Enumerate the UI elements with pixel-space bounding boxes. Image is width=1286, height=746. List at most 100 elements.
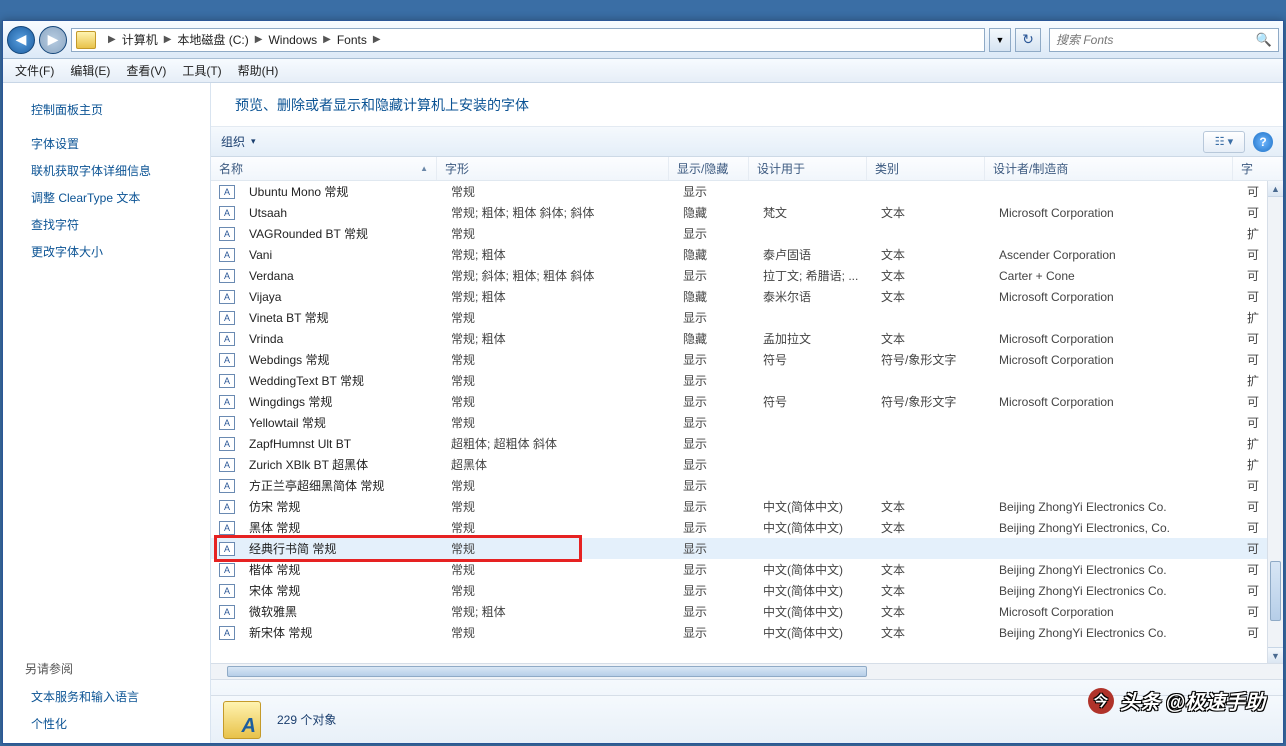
- cell-designed: 泰米尔语: [755, 288, 873, 305]
- sidebar-item-personalize[interactable]: 个性化: [3, 710, 211, 737]
- cell-style: 超黑体: [443, 456, 675, 473]
- cell-last: 可: [1239, 498, 1267, 515]
- address-dropdown[interactable]: ▼: [989, 28, 1011, 52]
- vertical-scrollbar[interactable]: ▲ ▼: [1267, 181, 1283, 663]
- col-name[interactable]: 名称▲: [211, 157, 437, 180]
- col-show[interactable]: 显示/隐藏: [669, 157, 749, 180]
- control-panel-home[interactable]: 控制面板主页: [3, 95, 210, 130]
- breadcrumb-drive[interactable]: 本地磁盘 (C:): [177, 31, 248, 48]
- back-button[interactable]: ◀: [7, 26, 35, 54]
- cell-last: 可: [1239, 288, 1267, 305]
- cell-style: 常规: [443, 225, 675, 242]
- table-row[interactable]: AYellowtail 常规常规显示可: [211, 412, 1267, 433]
- table-row[interactable]: AUbuntu Mono 常规常规显示可: [211, 181, 1267, 202]
- scroll-thumb[interactable]: [1270, 561, 1281, 621]
- cell-show: 隐藏: [675, 330, 755, 347]
- column-headers: 名称▲ 字形 显示/隐藏 设计用于 类别 设计者/制造商 字: [211, 157, 1283, 181]
- table-row[interactable]: A Vineta BT 常规常规显示 扩: [211, 307, 1267, 328]
- cell-designed: 中文(简体中文): [755, 624, 873, 641]
- scroll-thumb-h[interactable]: [227, 666, 867, 677]
- cell-designed: 中文(简体中文): [755, 603, 873, 620]
- scroll-down-icon[interactable]: ▼: [1268, 647, 1283, 663]
- font-list: 名称▲ 字形 显示/隐藏 设计用于 类别 设计者/制造商 字 AUbuntu M…: [211, 157, 1283, 695]
- organize-menu[interactable]: 组织: [221, 133, 256, 150]
- table-row[interactable]: AVerdana常规; 斜体; 粗体; 粗体 斜体显示拉丁文; 希腊语; ...…: [211, 265, 1267, 286]
- menu-tools[interactable]: 工具(T): [174, 59, 229, 82]
- horizontal-scrollbar[interactable]: [211, 663, 1283, 679]
- table-row[interactable]: AVani常规; 粗体隐藏泰卢固语文本Ascender Corporation可: [211, 244, 1267, 265]
- table-row[interactable]: A方正兰亭超细黑简体 常规常规显示可: [211, 475, 1267, 496]
- menu-file[interactable]: 文件(F): [7, 59, 62, 82]
- item-count: 229 个对象: [277, 711, 336, 728]
- cell-name: Vineta BT 常规: [241, 309, 443, 326]
- table-row[interactable]: A黑体 常规常规显示中文(简体中文)文本Beijing ZhongYi Elec…: [211, 517, 1267, 538]
- table-row[interactable]: AVrinda常规; 粗体隐藏孟加拉文文本Microsoft Corporati…: [211, 328, 1267, 349]
- menu-help[interactable]: 帮助(H): [230, 59, 287, 82]
- table-row[interactable]: AWebdings 常规常规显示符号符号/象形文字Microsoft Corpo…: [211, 349, 1267, 370]
- col-last[interactable]: 字: [1233, 157, 1283, 180]
- scroll-up-icon[interactable]: ▲: [1268, 181, 1283, 197]
- cell-style: 常规: [443, 309, 675, 326]
- table-row[interactable]: AZurich XBlk BT 超黑体超黑体显示扩: [211, 454, 1267, 475]
- table-row[interactable]: AVAGRounded BT 常规常规显示扩: [211, 223, 1267, 244]
- sidebar-item-find-char[interactable]: 查找字符: [3, 211, 210, 238]
- cell-designed: 泰卢固语: [755, 246, 873, 263]
- table-row[interactable]: AWingdings 常规常规显示符号符号/象形文字Microsoft Corp…: [211, 391, 1267, 412]
- table-row[interactable]: A经典行书简 常规常规显示可: [211, 538, 1267, 559]
- font-icon: A: [219, 311, 235, 325]
- cell-last: 扩: [1239, 225, 1267, 242]
- search-input[interactable]: [1056, 33, 1256, 47]
- breadcrumb-windows[interactable]: Windows: [268, 33, 317, 47]
- help-button[interactable]: ?: [1253, 132, 1273, 152]
- sidebar-item-font-settings[interactable]: 字体设置: [3, 130, 210, 157]
- table-row[interactable]: A楷体 常规常规显示中文(简体中文)文本Beijing ZhongYi Elec…: [211, 559, 1267, 580]
- table-row[interactable]: AWeddingText BT 常规常规显示扩: [211, 370, 1267, 391]
- cell-show: 显示: [675, 309, 755, 326]
- cell-show: 显示: [675, 414, 755, 431]
- col-designed[interactable]: 设计用于: [749, 157, 867, 180]
- chevron-right-icon: ▶: [367, 34, 387, 45]
- table-row[interactable]: AUtsaah常规; 粗体; 粗体 斜体; 斜体隐藏梵文文本Microsoft …: [211, 202, 1267, 223]
- cell-category: 文本: [873, 498, 991, 515]
- cell-category: 文本: [873, 330, 991, 347]
- col-category[interactable]: 类别: [867, 157, 985, 180]
- sidebar-item-change-size[interactable]: 更改字体大小: [3, 238, 210, 265]
- address-bar[interactable]: ▶ 计算机 ▶ 本地磁盘 (C:) ▶ Windows ▶ Fonts ▶: [71, 28, 985, 52]
- cell-designed: 符号: [755, 393, 873, 410]
- sidebar-item-cleartype[interactable]: 调整 ClearType 文本: [3, 184, 210, 211]
- sidebar-item-text-services[interactable]: 文本服务和输入语言: [3, 683, 211, 710]
- breadcrumb-fonts[interactable]: Fonts: [337, 33, 367, 47]
- table-row[interactable]: AZapfHumnst Ult BT超粗体; 超粗体 斜体显示扩: [211, 433, 1267, 454]
- breadcrumb-root[interactable]: 计算机: [122, 31, 158, 48]
- menu-edit[interactable]: 编辑(E): [62, 59, 118, 82]
- cell-style: 常规: [443, 372, 675, 389]
- font-icon: A: [219, 500, 235, 514]
- menu-view[interactable]: 查看(V): [118, 59, 174, 82]
- col-maker[interactable]: 设计者/制造商: [985, 157, 1233, 180]
- view-options-button[interactable]: ☷ ▾: [1203, 131, 1245, 153]
- table-row[interactable]: A微软雅黑常规; 粗体显示中文(简体中文)文本Microsoft Corpora…: [211, 601, 1267, 622]
- cell-category: 文本: [873, 246, 991, 263]
- font-icon: A: [219, 248, 235, 262]
- font-icon: A: [219, 605, 235, 619]
- cell-category: 文本: [873, 267, 991, 284]
- cell-category: 文本: [873, 288, 991, 305]
- cell-name: 楷体 常规: [241, 561, 443, 578]
- table-row[interactable]: A新宋体 常规常规显示中文(简体中文)文本Beijing ZhongYi Ele…: [211, 622, 1267, 643]
- cell-last: 扩: [1239, 309, 1267, 326]
- search-box[interactable]: 🔍: [1049, 28, 1279, 52]
- col-style[interactable]: 字形: [437, 157, 669, 180]
- refresh-button[interactable]: ↻: [1015, 28, 1041, 52]
- cell-show: 显示: [675, 519, 755, 536]
- table-row[interactable]: AVijaya常规; 粗体隐藏泰米尔语文本Microsoft Corporati…: [211, 286, 1267, 307]
- cell-show: 显示: [675, 372, 755, 389]
- table-row[interactable]: A仿宋 常规常规显示中文(简体中文)文本Beijing ZhongYi Elec…: [211, 496, 1267, 517]
- forward-button[interactable]: ▶: [39, 26, 67, 54]
- cell-show: 显示: [675, 435, 755, 452]
- cell-maker: Microsoft Corporation: [991, 206, 1239, 220]
- table-row[interactable]: A宋体 常规常规显示中文(简体中文)文本Beijing ZhongYi Elec…: [211, 580, 1267, 601]
- toolbar: 组织 ☷ ▾ ?: [211, 127, 1283, 157]
- sidebar-item-online-fonts[interactable]: 联机获取字体详细信息: [3, 157, 210, 184]
- cell-name: ZapfHumnst Ult BT: [241, 437, 443, 451]
- cell-designed: 梵文: [755, 204, 873, 221]
